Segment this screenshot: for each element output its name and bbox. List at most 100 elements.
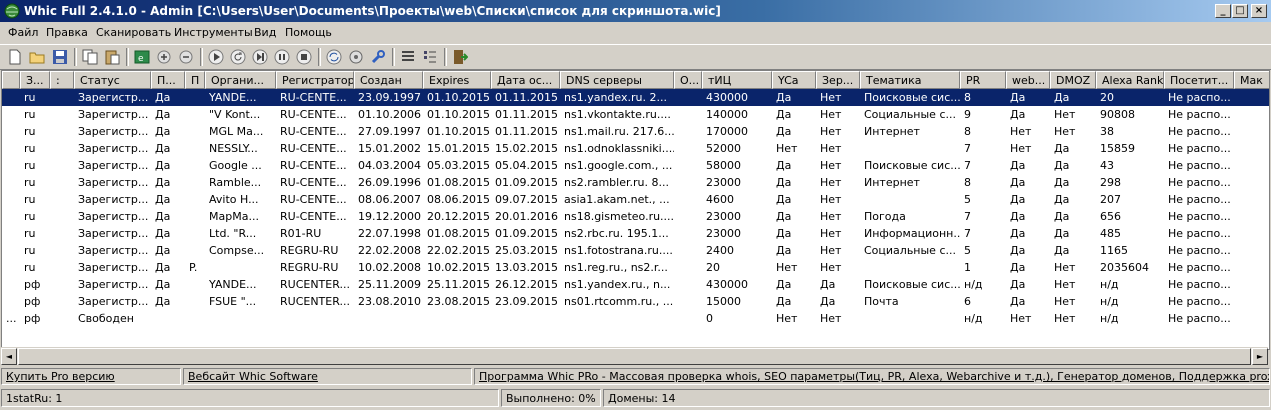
remove-icon[interactable] (178, 49, 194, 65)
promo-link[interactable]: Программа Whic PRo - Массовая проверка w… (474, 368, 1270, 385)
menu-scan[interactable]: Сканировать (96, 26, 171, 39)
buy-pro-link[interactable]: Купить Pro версию (1, 368, 181, 385)
column-header-tic[interactable]: тИЦ (702, 71, 772, 89)
exit-icon[interactable] (452, 49, 468, 65)
new-icon[interactable] (7, 49, 23, 65)
cell-o (674, 310, 702, 327)
website-link[interactable]: Вебсайт Whic Software (183, 368, 472, 385)
cell-yca: Да (776, 176, 792, 189)
column-header-sep[interactable]: : (50, 71, 74, 89)
play-icon[interactable] (208, 49, 224, 65)
paste-icon[interactable] (104, 49, 120, 65)
column-header-dmoz[interactable]: DMOZ (1050, 71, 1096, 89)
export-icon[interactable]: e (134, 49, 150, 65)
table-row[interactable]: ru Зарегистр... Да Compse... REGRU-RU 22.02.2… (2, 242, 1269, 259)
add-icon[interactable] (156, 49, 172, 65)
cell-max (1234, 89, 1269, 106)
copy-icon[interactable] (82, 49, 98, 65)
scroll-thumb[interactable] (18, 348, 1251, 365)
column-header-visitors[interactable]: Посетит... (1164, 71, 1234, 89)
column-header-yca[interactable]: YCa (772, 71, 816, 89)
cell-topic (860, 259, 960, 276)
table-row[interactable]: рф Свободен 0 Нет Нет н/д Нет Нет н/д Не распо...… (2, 310, 1269, 327)
column-header-parked[interactable]: П... (151, 71, 185, 89)
minimize-button[interactable]: _ (1215, 4, 1231, 18)
table-row[interactable]: ru Зарегистр... Да Avito H... RU-CENTE... 08.… (2, 191, 1269, 208)
column-header-mirror[interactable]: Зер... (816, 71, 860, 89)
cell-o (674, 174, 702, 191)
cell-visitors: Не распо... (1168, 278, 1231, 291)
table-row[interactable]: ru Зарегистр... Да YANDE... RU-CENTE... 23.09… (2, 89, 1269, 106)
column-header-pr[interactable]: PR (960, 71, 1006, 89)
table-row[interactable]: ru Зарегистр... Да MGL Ma... RU-CENTE... 27.0… (2, 123, 1269, 140)
next-icon[interactable] (252, 49, 268, 65)
cell-tic: 430000 (706, 278, 748, 291)
details-icon[interactable] (422, 49, 438, 65)
save-icon[interactable] (52, 49, 68, 65)
cell-registrar (276, 310, 354, 327)
cell-registrar: RU-CENTE... (280, 210, 347, 223)
domain-table[interactable]: З...: Статус П... П Органи... Регистратор Созд… (1, 70, 1270, 350)
column-header-p[interactable]: П (185, 71, 205, 89)
maximize-button[interactable]: □ (1232, 4, 1248, 18)
column-header-zone[interactable]: З... (20, 71, 50, 89)
menu-file[interactable]: Файл (8, 26, 38, 39)
menu-edit[interactable]: Правка (46, 26, 88, 39)
cell-alexa: 298 (1100, 176, 1121, 189)
table-row[interactable]: ru Зарегистр... Да P. REGRU-RU 10.02.2008 10.0… (2, 259, 1269, 276)
cell-zone: ru (24, 193, 36, 206)
column-header-created[interactable]: Создан (354, 71, 423, 89)
column-header-o[interactable]: О... (674, 71, 702, 89)
column-header-status[interactable]: Статус (74, 71, 151, 89)
column-header-org[interactable]: Органи... (205, 71, 276, 89)
column-header-max[interactable]: Мак (1234, 71, 1269, 89)
cell-yca: Да (776, 193, 792, 206)
cell-created: 27.09.1997 (358, 125, 421, 138)
table-row[interactable]: ru Зарегистр... Да Ramble... RU-CENTE... 26.0… (2, 174, 1269, 191)
table-row[interactable]: рф Зарегистр... Да YANDE... RUCENTER... 25.11… (2, 276, 1269, 293)
scroll-right-button[interactable]: ► (1252, 348, 1268, 365)
cell-dmoz: Да (1054, 210, 1070, 223)
table-row[interactable]: ru Зарегистр... Да MapMa... RU-CENTE... 19.12… (2, 208, 1269, 225)
table-row[interactable]: ru Зарегистр... Да Ltd. "R... R01-RU 22.07.19… (2, 225, 1269, 242)
column-header-topic[interactable]: Тематика (860, 71, 960, 89)
column-header-release[interactable]: Дата ос... (491, 71, 560, 89)
list-icon[interactable] (400, 49, 416, 65)
cell-dmoz: Да (1054, 193, 1070, 206)
pause-icon[interactable] (274, 49, 290, 65)
cell-dmoz: Да (1054, 159, 1070, 172)
menu-tools[interactable]: Инструменты (174, 26, 253, 39)
link-bar: Купить Pro версию Вебсайт Whic Software … (0, 368, 1271, 385)
table-row[interactable]: ru Зарегистр... Да "V Kont... RU-CENTE... 01.… (2, 106, 1269, 123)
cell-org: MapMa... (209, 210, 259, 223)
cell-mirror: Нет (820, 193, 842, 206)
cell-pr: 7 (964, 159, 971, 172)
cell-zone: ru (24, 210, 36, 223)
table-row[interactable]: рф Зарегистр... Да FSUE "... RUCENTER... 23.0… (2, 293, 1269, 310)
menu-help[interactable]: Помощь (285, 26, 332, 39)
stop-icon[interactable] (296, 49, 312, 65)
column-header-webarchive[interactable]: web... (1006, 71, 1050, 89)
replay-icon[interactable] (230, 49, 246, 65)
close-button[interactable]: × (1251, 4, 1267, 18)
column-header-dns[interactable]: DNS серверы (560, 71, 674, 89)
horizontal-scrollbar[interactable]: ◄ ► (1, 347, 1268, 365)
row-indicator: ... (6, 312, 17, 325)
cell-sep (50, 276, 74, 293)
table-row[interactable]: ru Зарегистр... Да Google ... RU-CENTE... 04.… (2, 157, 1269, 174)
column-header-expires[interactable]: Expires (423, 71, 491, 89)
cell-expires: 01.08.2015 (427, 227, 490, 240)
scroll-left-button[interactable]: ◄ (1, 348, 17, 365)
refresh-icon[interactable] (326, 49, 342, 65)
cell-org: YANDE... (209, 91, 257, 104)
cell-created: 22.02.2008 (358, 244, 421, 257)
menu-view[interactable]: Вид (254, 26, 276, 39)
cell-parked: Да (155, 176, 171, 189)
settings-icon[interactable] (348, 49, 364, 65)
cell-registrar: R01-RU (280, 227, 322, 240)
table-row[interactable]: ru Зарегистр... Да NESSLY... RU-CENTE... 15.0… (2, 140, 1269, 157)
column-header-alexa[interactable]: Alexa Rank (1096, 71, 1164, 89)
open-icon[interactable] (29, 49, 45, 65)
column-header-registrar[interactable]: Регистратор (276, 71, 354, 89)
wrench-icon[interactable] (370, 49, 386, 65)
